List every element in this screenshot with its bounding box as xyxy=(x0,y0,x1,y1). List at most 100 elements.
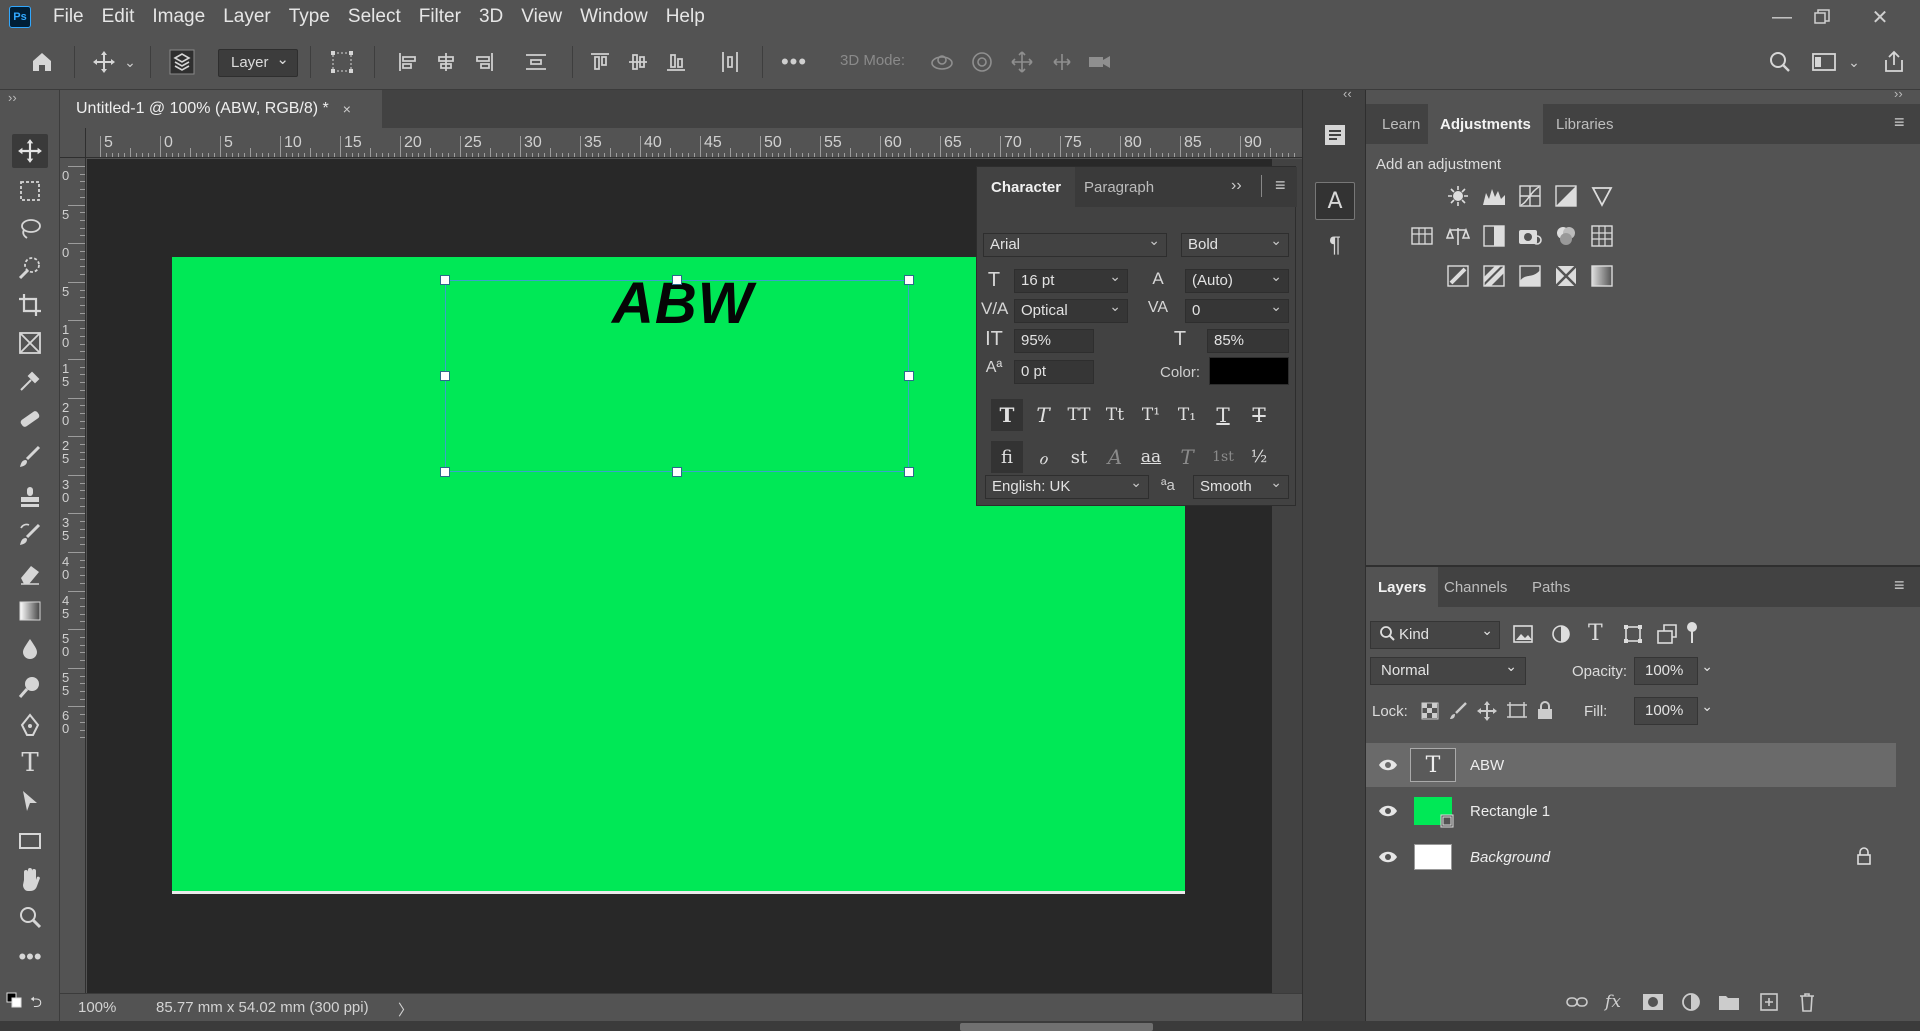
all-caps-button[interactable]: TT xyxy=(1063,399,1095,431)
vibrance-icon[interactable] xyxy=(1588,182,1616,210)
menu-file[interactable]: File xyxy=(51,4,86,30)
gradient-tool-icon[interactable] xyxy=(12,594,48,628)
scrollbar-thumb[interactable] xyxy=(960,1023,1153,1031)
distribute-vertical-icon[interactable] xyxy=(716,48,744,76)
text-color-swatch[interactable] xyxy=(1209,357,1289,385)
transform-handle[interactable] xyxy=(904,371,914,381)
contextual-alternates-button[interactable]: ℴ xyxy=(1027,441,1059,473)
swap-colors-icon[interactable]: ⮌ xyxy=(30,992,42,1017)
history-brush-tool-icon[interactable] xyxy=(12,518,48,552)
zoom-tool-icon[interactable] xyxy=(12,900,48,934)
close-window-icon[interactable]: ✕ xyxy=(1860,0,1900,34)
faux-italic-button[interactable]: T xyxy=(1027,399,1059,431)
vertical-ruler[interactable]: 0 5 0 5 1 0 1 5 2 0 2 5 3 0 3 5 4 0 4 5 5 0 5 5 6 0 xyxy=(60,158,86,998)
fractions-button[interactable]: ½ xyxy=(1243,441,1275,473)
workspace-icon[interactable] xyxy=(1810,48,1838,76)
tab-learn[interactable]: Learn xyxy=(1370,104,1432,144)
properties-icon[interactable] xyxy=(1315,116,1355,154)
lock-image-icon[interactable] xyxy=(1448,701,1468,721)
align-right-icon[interactable] xyxy=(470,48,498,76)
minimize-icon[interactable]: — xyxy=(1762,0,1802,34)
healing-brush-tool-icon[interactable] xyxy=(12,402,48,436)
dodge-tool-icon[interactable] xyxy=(12,670,48,704)
menu-select[interactable]: Select xyxy=(346,4,403,30)
horizontal-scrollbar[interactable] xyxy=(0,1021,1920,1031)
menu-edit[interactable]: Edit xyxy=(100,4,137,30)
frame-tool-icon[interactable] xyxy=(12,326,48,360)
visibility-eye-icon[interactable] xyxy=(1366,850,1410,864)
filter-smart-object-icon[interactable] xyxy=(1656,623,1678,645)
layer-name[interactable]: Rectangle 1 xyxy=(1470,803,1550,820)
layer-row-abw[interactable]: T ABW xyxy=(1366,743,1896,787)
3d-slide-icon[interactable] xyxy=(1048,48,1076,76)
ordinals-button[interactable]: 1st xyxy=(1207,441,1239,473)
underline-button[interactable]: T xyxy=(1207,399,1239,431)
standard-ligatures-button[interactable]: fi xyxy=(991,441,1023,473)
transform-handle[interactable] xyxy=(904,275,914,285)
3d-camera-icon[interactable] xyxy=(1086,48,1114,76)
posterize-icon[interactable] xyxy=(1480,262,1508,290)
link-layers-icon[interactable] xyxy=(1562,987,1592,1017)
auto-select-target-dropdown[interactable]: Layer xyxy=(218,49,298,77)
transform-handle[interactable] xyxy=(904,467,914,477)
close-tab-icon[interactable]: × xyxy=(343,101,351,117)
tab-channels[interactable]: Channels xyxy=(1432,567,1519,607)
character-panel-icon[interactable]: A xyxy=(1315,182,1355,220)
superscript-button[interactable]: T¹ xyxy=(1135,399,1167,431)
tab-paragraph[interactable]: Paragraph xyxy=(1070,167,1168,207)
discretionary-ligatures-button[interactable]: st xyxy=(1063,441,1095,473)
restore-icon[interactable] xyxy=(1802,0,1842,34)
transform-controls-icon[interactable] xyxy=(328,48,356,76)
layer-name[interactable]: ABW xyxy=(1470,757,1504,774)
transform-handle[interactable] xyxy=(672,275,682,285)
lock-all-icon[interactable] xyxy=(1536,700,1554,720)
antialias-select[interactable]: Smooth xyxy=(1193,474,1289,499)
faux-bold-button[interactable]: T xyxy=(991,399,1023,431)
clone-stamp-tool-icon[interactable] xyxy=(12,480,48,514)
menu-layer[interactable]: Layer xyxy=(221,4,273,30)
tab-adjustments[interactable]: Adjustments xyxy=(1428,104,1543,144)
zoom-level[interactable]: 100% xyxy=(78,999,116,1016)
fill-field[interactable]: 100% ⌄ xyxy=(1634,697,1713,725)
search-icon[interactable] xyxy=(1766,48,1794,76)
swash-button[interactable]: A xyxy=(1099,441,1131,473)
filter-adjustment-icon[interactable] xyxy=(1550,623,1572,645)
new-group-icon[interactable] xyxy=(1714,987,1744,1017)
titling-alternates-button[interactable]: T xyxy=(1171,441,1203,473)
more-options-icon[interactable]: ••• xyxy=(780,48,808,76)
exposure-icon[interactable] xyxy=(1552,182,1580,210)
delete-layer-icon[interactable] xyxy=(1792,987,1822,1017)
transform-handle[interactable] xyxy=(440,467,450,477)
tab-layers[interactable]: Layers xyxy=(1366,567,1439,607)
chevron-down-icon[interactable]: ⌄ xyxy=(122,48,138,76)
eraser-tool-icon[interactable] xyxy=(12,556,48,590)
leading-field[interactable]: (Auto) xyxy=(1185,268,1289,293)
crop-tool-icon[interactable] xyxy=(12,288,48,322)
quick-selection-tool-icon[interactable] xyxy=(12,250,48,284)
panel-menu-icon[interactable]: ≡ xyxy=(1275,175,1286,196)
paragraph-panel-icon[interactable]: ¶ xyxy=(1315,226,1355,264)
invert-icon[interactable] xyxy=(1444,262,1472,290)
brightness-contrast-icon[interactable] xyxy=(1444,182,1472,210)
transform-handle[interactable] xyxy=(672,467,682,477)
share-icon[interactable] xyxy=(1880,48,1908,76)
distribute-horizontal-icon[interactable] xyxy=(522,48,550,76)
subscript-button[interactable]: T₁ xyxy=(1171,399,1203,431)
lasso-tool-icon[interactable] xyxy=(12,212,48,246)
color-balance-icon[interactable] xyxy=(1444,222,1472,250)
lock-position-icon[interactable] xyxy=(1476,700,1498,722)
menu-3d[interactable]: 3D xyxy=(477,4,505,30)
tab-character[interactable]: Character xyxy=(977,167,1076,207)
move-tool-icon[interactable] xyxy=(12,134,48,168)
strikethrough-button[interactable]: T xyxy=(1243,399,1275,431)
layer-filter-kind[interactable]: Kind ⌄ xyxy=(1370,621,1500,649)
new-layer-icon[interactable] xyxy=(1754,987,1784,1017)
font-style-select[interactable]: Bold xyxy=(1181,232,1289,257)
marquee-tool-icon[interactable] xyxy=(12,174,48,208)
menu-help[interactable]: Help xyxy=(664,4,707,30)
expand-panels-icon[interactable]: ›› xyxy=(1894,86,1903,101)
opacity-field[interactable]: 100% ⌄ xyxy=(1634,657,1713,685)
horizontal-scale-field[interactable]: 85% xyxy=(1207,329,1289,353)
filter-pixel-icon[interactable] xyxy=(1512,623,1534,645)
layer-style-fx-icon[interactable]: fx xyxy=(1598,987,1628,1017)
